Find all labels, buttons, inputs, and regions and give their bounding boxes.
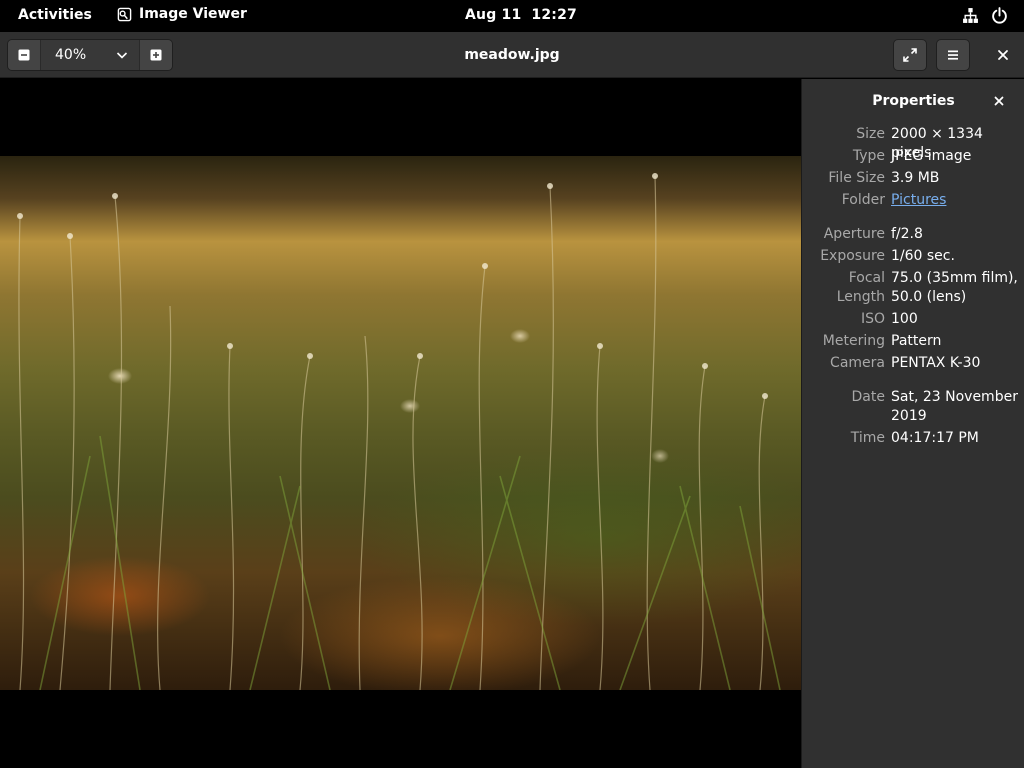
prop-key: Metering	[822, 333, 885, 349]
chevron-down-icon	[116, 52, 128, 59]
prop-exposure: Exposure 1/60 sec.	[802, 247, 1024, 266]
prop-file-size: File Size 3.9 MB	[802, 169, 1024, 188]
prop-folder: Folder Pictures	[802, 191, 1024, 210]
clock-date: Aug 11	[465, 7, 522, 23]
prop-key: Focal Length	[836, 270, 885, 305]
image-canvas[interactable]	[0, 79, 801, 768]
prop-camera: Camera PENTAX K-30	[802, 354, 1024, 373]
header-bar: 40% meadow.jpg	[0, 32, 1024, 78]
prop-value: JPEG image	[891, 148, 972, 164]
prop-iso: ISO 100	[802, 310, 1024, 329]
prop-aperture: Aperture f/2.8	[802, 225, 1024, 244]
activities-button[interactable]: Activities	[18, 7, 92, 23]
prop-key: ISO	[860, 311, 885, 327]
image-viewer-icon	[117, 7, 132, 21]
main-menu-button[interactable]	[936, 39, 970, 71]
prop-focal-length: Focal Length 75.0 (35mm film), 50.0 (len…	[802, 269, 1024, 307]
zoom-in-icon	[150, 49, 162, 61]
clock[interactable]: Aug 11 12:27	[465, 7, 577, 23]
close-window-button[interactable]	[992, 44, 1014, 66]
grass-strokes	[17, 173, 781, 690]
clock-time: 12:27	[531, 7, 577, 23]
prop-metering: Metering Pattern	[802, 332, 1024, 351]
panel-title: Properties	[872, 93, 955, 109]
prop-key: File Size	[828, 170, 885, 186]
network-wired-icon[interactable]	[962, 7, 979, 24]
zoom-level-value: 40%	[55, 47, 87, 63]
prop-value: 100	[891, 311, 918, 327]
prop-date: Date Sat, 23 November 2019	[802, 388, 1024, 426]
prop-value: 1/60 sec.	[891, 248, 955, 264]
prop-key: Type	[852, 148, 885, 164]
prop-key: Exposure	[820, 248, 885, 264]
system-tray[interactable]	[962, 7, 1008, 24]
close-icon	[998, 50, 1008, 60]
prop-value: 3.9 MB	[891, 170, 940, 186]
prop-type: Type JPEG image	[802, 147, 1024, 166]
prop-value: f/2.8	[891, 226, 923, 242]
zoom-level-dropdown[interactable]: 40%	[40, 40, 140, 70]
zoom-controls: 40%	[7, 39, 173, 71]
zoom-out-icon	[18, 49, 30, 61]
prop-key: Aperture	[823, 226, 885, 242]
zoom-in-button[interactable]	[140, 40, 172, 70]
close-properties-button[interactable]	[994, 96, 1008, 110]
close-icon	[994, 96, 1004, 106]
app-name: Image Viewer	[139, 6, 247, 22]
app-menu[interactable]: Image Viewer	[117, 6, 247, 22]
meadow-photo	[0, 156, 801, 690]
fullscreen-button[interactable]	[893, 39, 927, 71]
zoom-out-button[interactable]	[8, 40, 40, 70]
properties-panel: Properties Size 2000 × 1334 pixels Type …	[801, 79, 1024, 768]
prop-value: Pattern	[891, 333, 942, 349]
prop-key: Camera	[830, 355, 885, 371]
power-icon[interactable]	[991, 7, 1008, 24]
prop-key: Time	[850, 430, 885, 446]
prop-key: Folder	[841, 192, 885, 208]
fullscreen-icon	[903, 48, 917, 62]
prop-value: 04:17:17 PM	[891, 430, 979, 446]
top-bar: Activities Image Viewer Aug 11 12:27	[0, 0, 1024, 32]
prop-value: PENTAX K-30	[891, 355, 981, 371]
folder-link[interactable]: Pictures	[891, 191, 1021, 210]
prop-key: Date	[851, 389, 885, 405]
prop-value: Sat, 23 November 2019	[891, 389, 1018, 424]
hamburger-menu-icon	[948, 50, 958, 60]
prop-time: Time 04:17:17 PM	[802, 429, 1024, 448]
prop-value: 75.0 (35mm film), 50.0 (lens)	[891, 270, 1018, 305]
